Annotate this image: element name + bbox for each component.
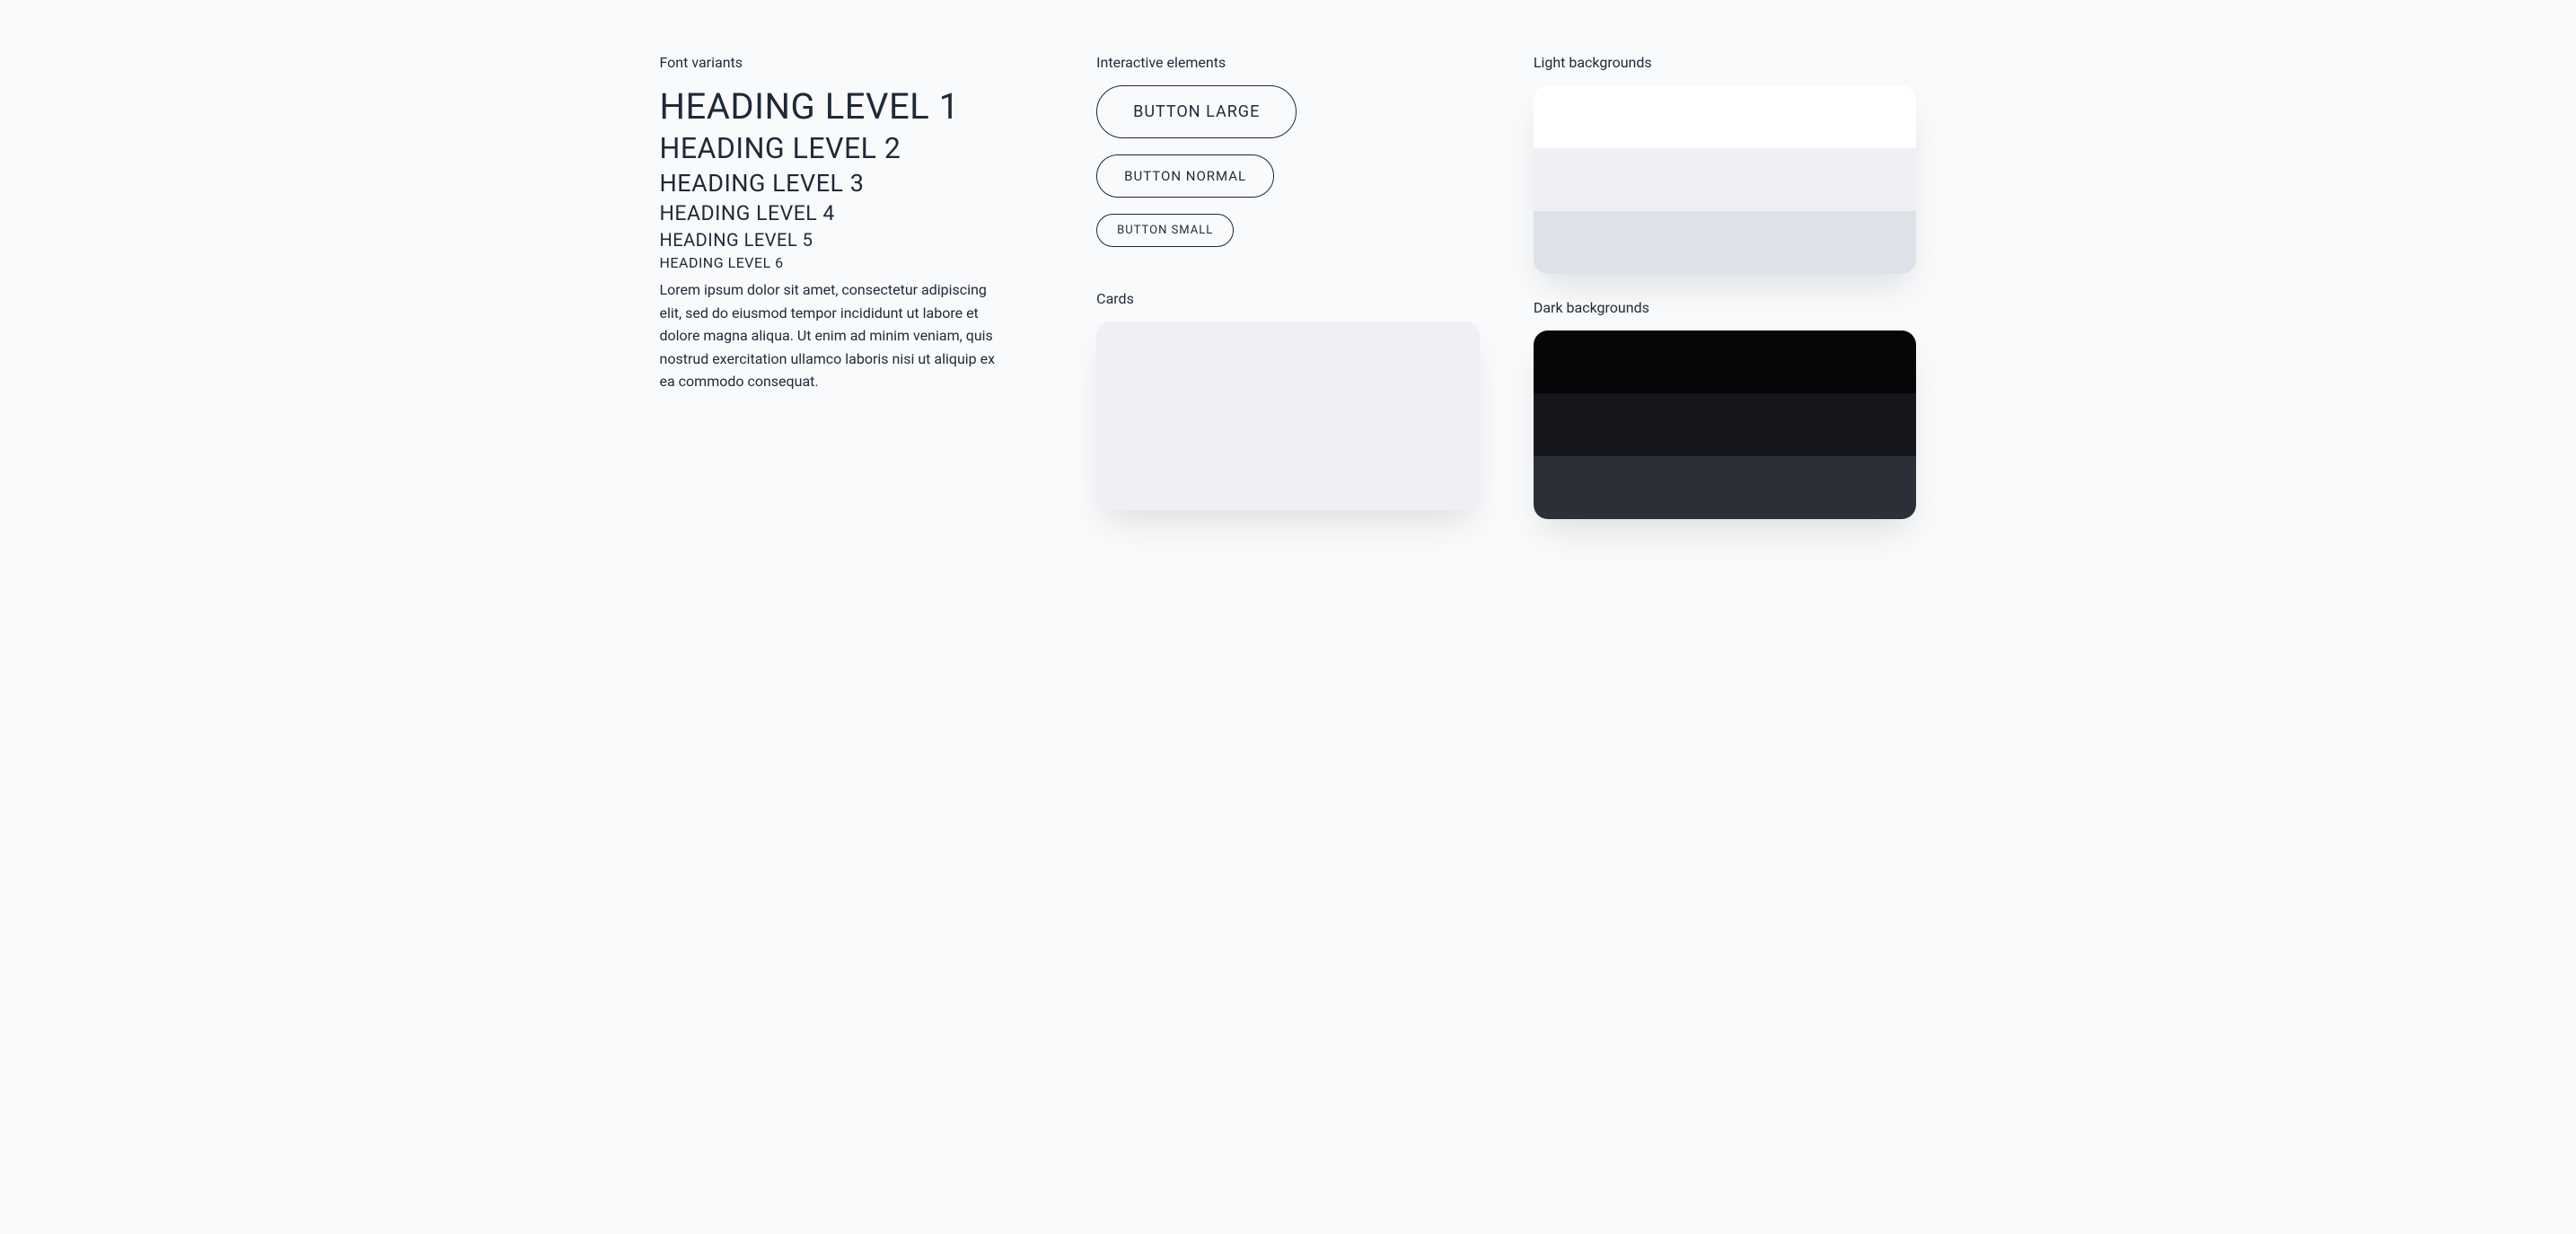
dark-swatch-3 xyxy=(1534,456,1917,519)
button-large[interactable]: BUTTON LARGE xyxy=(1096,85,1297,138)
dark-swatch-2 xyxy=(1534,393,1917,456)
buttons-group: BUTTON LARGE BUTTON NORMAL BUTTON SMALL xyxy=(1096,85,1480,247)
dark-backgrounds-label: Dark backgrounds xyxy=(1534,299,1917,316)
heading-level-6: HEADING LEVEL 6 xyxy=(660,254,1043,271)
interactive-section: Interactive elements BUTTON LARGE BUTTON… xyxy=(1096,54,1480,544)
backgrounds-section: Light backgrounds Dark backgrounds xyxy=(1534,54,1917,544)
button-normal[interactable]: BUTTON NORMAL xyxy=(1096,154,1274,198)
button-small[interactable]: BUTTON SMALL xyxy=(1096,214,1234,247)
light-swatch-1 xyxy=(1534,85,1917,148)
heading-level-3: HEADING LEVEL 3 xyxy=(660,169,1043,198)
card-sample xyxy=(1096,322,1480,510)
cards-label: Cards xyxy=(1096,290,1480,307)
light-swatch-group xyxy=(1534,85,1917,274)
font-variants-label: Font variants xyxy=(660,54,1043,71)
light-swatch-2 xyxy=(1534,148,1917,211)
heading-level-1: HEADING LEVEL 1 xyxy=(660,85,1043,128)
interactive-elements-label: Interactive elements xyxy=(1096,54,1480,71)
dark-swatch-1 xyxy=(1534,331,1917,393)
dark-swatch-group xyxy=(1534,331,1917,519)
heading-level-2: HEADING LEVEL 2 xyxy=(660,131,1043,165)
heading-level-4: HEADING LEVEL 4 xyxy=(660,201,1043,225)
light-backgrounds-label: Light backgrounds xyxy=(1534,54,1917,71)
heading-level-5: HEADING LEVEL 5 xyxy=(660,229,1043,251)
typography-section: Font variants HEADING LEVEL 1 HEADING LE… xyxy=(660,54,1043,544)
body-paragraph: Lorem ipsum dolor sit amet, consectetur … xyxy=(660,278,1001,393)
light-swatch-3 xyxy=(1534,211,1917,274)
